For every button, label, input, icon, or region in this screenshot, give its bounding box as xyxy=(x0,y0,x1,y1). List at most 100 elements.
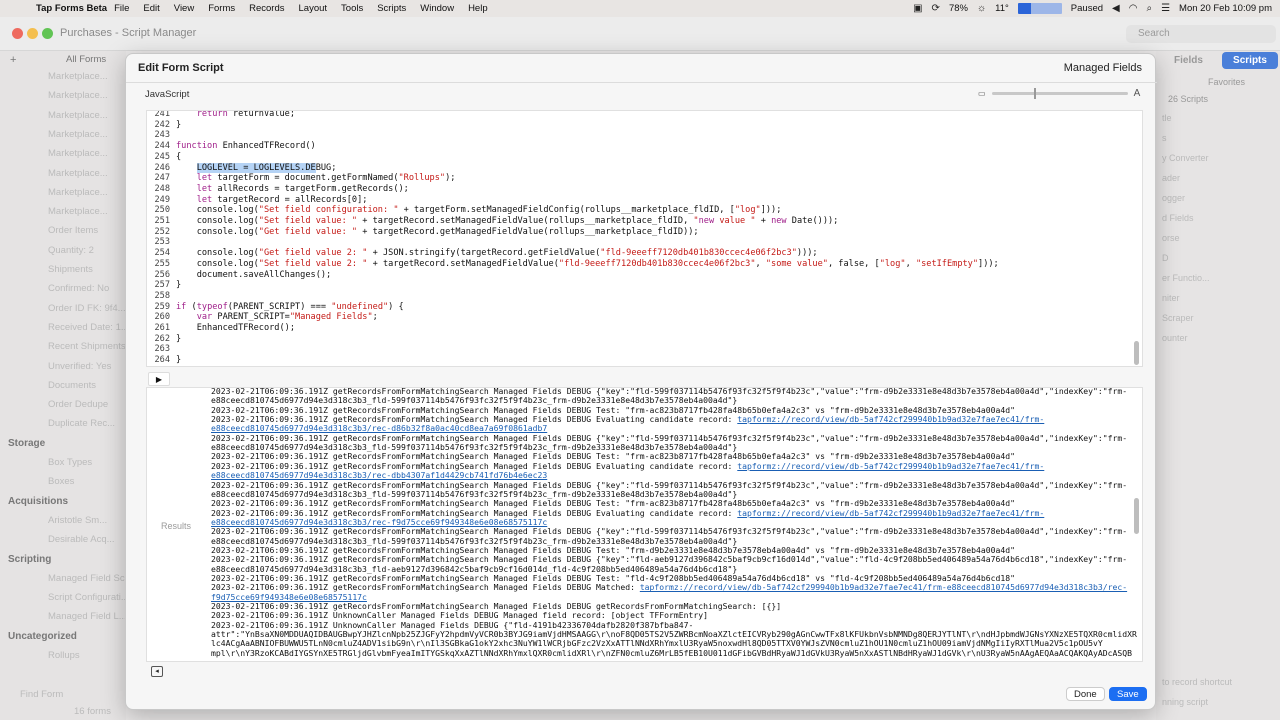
menu-scripts[interactable]: Scripts xyxy=(377,3,406,14)
code-line[interactable]: 262} xyxy=(147,334,181,345)
large-text-icon[interactable]: A xyxy=(1134,88,1141,99)
code-line[interactable]: 258 xyxy=(147,291,176,302)
record-link[interactable]: tapformz://record/view/db-5af742cf299940… xyxy=(737,461,1044,471)
sidebar-item[interactable]: Marketplace... xyxy=(48,90,108,106)
code-line[interactable]: 242} xyxy=(147,120,181,131)
editor-scrollbar[interactable] xyxy=(1134,341,1139,365)
done-button[interactable]: Done xyxy=(1066,687,1105,701)
menu-edit[interactable]: Edit xyxy=(143,3,159,14)
menu-forms[interactable]: Forms xyxy=(208,3,235,14)
sidebar-item[interactable]: Quantity: 2 xyxy=(48,245,94,261)
search-icon[interactable]: ⌕ xyxy=(1146,3,1152,14)
record-link[interactable]: tapformz://record/view/db-5af742cf299940… xyxy=(737,414,1044,424)
slider-knob[interactable] xyxy=(1033,88,1036,99)
results-scrollbar[interactable] xyxy=(1134,498,1139,534)
font-size-slider[interactable] xyxy=(991,88,1128,99)
weather-icon[interactable]: ☼ xyxy=(977,3,986,14)
sidebar-item[interactable]: Aristotle Sm... xyxy=(48,515,107,531)
script-list-item[interactable]: orse xyxy=(1162,233,1180,243)
code-line[interactable]: 264} xyxy=(147,355,181,366)
sidebar-item[interactable]: Order Dedupe xyxy=(48,399,108,415)
code-line[interactable]: 247 let targetForm = document.getFormNam… xyxy=(147,173,455,184)
sidebar-section-header[interactable]: Uncategorized xyxy=(8,631,77,647)
record-link[interactable]: tapformz://record/view/db-5af742cf299940… xyxy=(640,582,1127,592)
menu-window[interactable]: Window xyxy=(420,3,454,14)
menu-help[interactable]: Help xyxy=(468,3,488,14)
menu-view[interactable]: View xyxy=(174,3,194,14)
code-line[interactable]: 261 EnhancedTFRecord(); xyxy=(147,323,295,334)
script-list-item[interactable]: y Converter xyxy=(1162,153,1209,163)
paused-status[interactable]: Paused xyxy=(1071,3,1103,14)
sidebar-item[interactable]: Unverified: Yes xyxy=(48,361,111,377)
cpu-meter-icon[interactable] xyxy=(1017,3,1062,14)
menu-file[interactable]: File xyxy=(114,3,129,14)
code-line[interactable]: 252 console.log("Get field value: " + ta… xyxy=(147,227,698,238)
code-line[interactable]: 263 xyxy=(147,344,176,355)
sidebar-item[interactable]: Order Items xyxy=(48,225,98,241)
close-window-button[interactable] xyxy=(12,28,23,39)
run-script-button[interactable]: ▶ xyxy=(148,372,170,386)
sidebar-item[interactable]: Script Configurati... xyxy=(48,592,129,608)
sidebar-item[interactable]: Managed Field Scr... xyxy=(48,573,135,589)
sidebar-item[interactable]: Marketplace... xyxy=(48,71,108,87)
script-list-item[interactable]: er Functio... xyxy=(1162,273,1210,283)
code-line[interactable]: 246 LOGLEVEL = LOGLEVELS.DEBUG; xyxy=(147,162,336,174)
code-line[interactable]: 249 let targetRecord = allRecords[0]; xyxy=(147,195,367,206)
script-list-item[interactable]: ogger xyxy=(1162,193,1185,203)
menu-layout[interactable]: Layout xyxy=(299,3,328,14)
all-forms-selector[interactable]: All Forms xyxy=(66,54,106,70)
favorites-tab[interactable]: Favorites xyxy=(1208,77,1245,87)
code-line[interactable]: 241 return returnValue; xyxy=(147,111,295,120)
sidebar-item[interactable]: Desirable Acq... xyxy=(48,534,115,550)
minimize-window-button[interactable] xyxy=(27,28,38,39)
sync-icon[interactable]: ⟳ xyxy=(932,3,940,14)
code-line[interactable]: 257} xyxy=(147,280,181,291)
sidebar-item[interactable]: Order ID FK: 9f4... xyxy=(48,303,126,319)
code-line[interactable]: 251 console.log("Set field value: " + ta… xyxy=(147,216,838,227)
code-editor[interactable]: 241 return returnValue; 242} 243 244 functio… xyxy=(146,110,1143,367)
menu-tools[interactable]: Tools xyxy=(341,3,363,14)
script-list-item[interactable]: d Fields xyxy=(1162,213,1194,223)
search-input[interactable]: Search xyxy=(1126,25,1276,43)
record-link[interactable]: tapformz://record/view/db-5af742cf299940… xyxy=(737,508,1044,518)
sidebar-item[interactable]: Duplicate Rec... xyxy=(48,418,115,434)
sidebar-section-header[interactable]: Scripting xyxy=(8,554,51,570)
sidebar-item[interactable]: Marketplace... xyxy=(48,206,108,222)
sidebar-item[interactable]: Marketplace... xyxy=(48,168,108,184)
sidebar-item[interactable]: Box Types xyxy=(48,457,92,473)
script-list-item[interactable]: Scraper xyxy=(1162,313,1194,323)
code-line[interactable]: 248 let allRecords = targetForm.getRecor… xyxy=(147,184,408,195)
small-text-icon[interactable]: ▭ xyxy=(978,89,986,98)
sidebar-item[interactable]: Managed Field L... xyxy=(48,611,127,627)
toggle-sidebar-icon[interactable]: ◂ xyxy=(151,666,163,677)
sidebar-item[interactable]: Confirmed: No xyxy=(48,283,109,299)
find-form-input[interactable]: Find Form xyxy=(20,689,63,705)
code-line[interactable]: 256 document.saveAllChanges(); xyxy=(147,270,331,281)
code-line[interactable]: 243 xyxy=(147,130,176,141)
script-list-item[interactable]: tle xyxy=(1162,113,1172,123)
sidebar-item[interactable]: Marketplace... xyxy=(48,187,108,203)
sidebar-item[interactable]: Boxes xyxy=(48,476,74,492)
sidebar-item[interactable]: Rollups xyxy=(48,650,80,666)
save-button[interactable]: Save xyxy=(1109,687,1147,701)
tab-scripts[interactable]: Scripts xyxy=(1222,52,1278,69)
wifi-icon[interactable]: ◠ xyxy=(1129,3,1138,14)
menu-records[interactable]: Records xyxy=(249,3,284,14)
volume-icon[interactable]: ◀ xyxy=(1112,3,1120,14)
code-line[interactable]: 260 var PARENT_SCRIPT="Managed Fields"; xyxy=(147,312,377,323)
add-form-icon[interactable]: + xyxy=(10,54,16,70)
sidebar-item[interactable]: Marketplace... xyxy=(48,129,108,145)
sidebar-section-header[interactable]: Acquisitions xyxy=(8,496,68,512)
sidebar-item[interactable]: Recent Shipments xyxy=(48,341,126,357)
code-line[interactable]: 259 if (typeof(PARENT_SCRIPT) === "undefi… xyxy=(147,302,403,313)
script-list-item[interactable]: ounter xyxy=(1162,333,1188,343)
code-line[interactable]: 245 { xyxy=(147,152,181,163)
sidebar-item[interactable]: Marketplace... xyxy=(48,110,108,126)
tab-fields[interactable]: Fields xyxy=(1174,55,1203,66)
script-list-item[interactable]: ader xyxy=(1162,173,1180,183)
code-line[interactable]: 244 function EnhancedTFRecord() xyxy=(147,141,315,152)
sidebar-item[interactable]: Marketplace... xyxy=(48,148,108,164)
sidebar-item[interactable]: Received Date: 1... xyxy=(48,322,129,338)
sidebar-section-header[interactable]: Storage xyxy=(8,438,45,454)
sidebar-item[interactable]: Shipments xyxy=(48,264,93,280)
